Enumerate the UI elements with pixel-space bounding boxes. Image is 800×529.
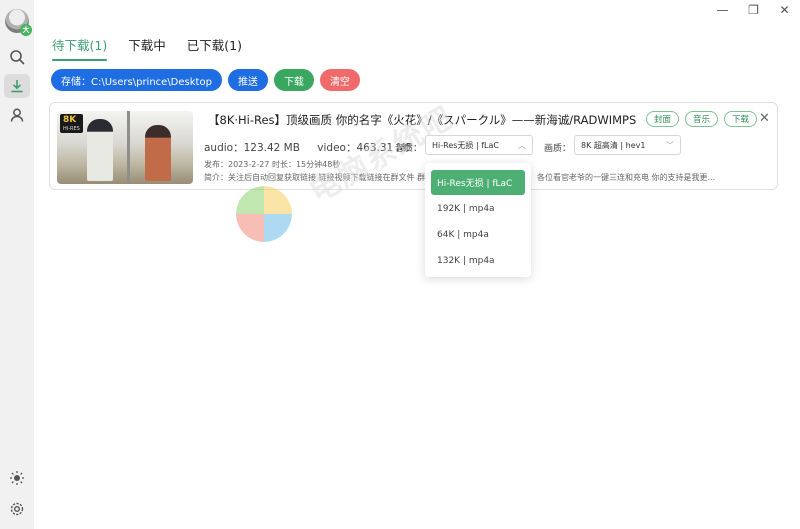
search-icon[interactable] xyxy=(4,45,30,69)
tab-downloaded[interactable]: 已下载(1) xyxy=(187,35,242,61)
watermark-logo xyxy=(236,186,292,242)
audio-option-64k[interactable]: 64K | mp4a xyxy=(431,222,525,247)
close-window-button[interactable]: ✕ xyxy=(769,0,800,20)
audio-quality-dropdown: Hi-Res无损 | fLaC 192K | mp4a 64K | mp4a 1… xyxy=(425,163,531,277)
intro-text-continued: 各位看官老爷的一键三连和充电 你的支持是我更... xyxy=(537,173,716,182)
audio-option-192k[interactable]: 192K | mp4a xyxy=(431,196,525,221)
avatar-badge: 大 xyxy=(20,24,32,36)
item-actions: 封面 音乐 下载 xyxy=(646,111,758,127)
tab-pending[interactable]: 待下载(1) xyxy=(52,35,108,61)
audio-size: audio：123.42 MB xyxy=(204,142,300,154)
cover-tag-button[interactable]: 封面 xyxy=(646,111,680,127)
audio-option-132k[interactable]: 132K | mp4a xyxy=(431,248,525,273)
toolbar: 存储：C:\Users\prince\Desktop 推送 下载 清空 xyxy=(51,69,360,91)
storage-path-button[interactable]: 存储：C:\Users\prince\Desktop xyxy=(51,69,222,91)
settings-gear-icon[interactable] xyxy=(4,497,30,521)
window-controls: — ❐ ✕ xyxy=(707,0,800,20)
download-tabs: 待下载(1) 下载中 已下载(1) xyxy=(52,35,242,61)
push-button[interactable]: 推送 xyxy=(227,69,268,91)
audio-option-hires[interactable]: Hi-Res无损 | fLaC xyxy=(431,170,525,195)
minimize-button[interactable]: — xyxy=(707,0,738,20)
sidebar: 大 xyxy=(0,0,34,529)
chevron-down-icon: ﹀ xyxy=(666,141,674,150)
app-window: 大 — ❐ ✕ 待下载(1) 下载中 已下载(1) 存储：C:\Users\pr… xyxy=(0,0,800,529)
tab-downloading[interactable]: 下载中 xyxy=(128,35,166,61)
download-icon[interactable] xyxy=(4,74,30,98)
video-quality-select[interactable]: 8K 超高清 | hev1 ﹀ xyxy=(574,135,681,155)
chevron-up-icon: ︿ xyxy=(518,141,526,150)
video-quality-value: 8K 超高清 | hev1 xyxy=(581,140,646,150)
user-icon[interactable] xyxy=(4,103,30,127)
download-button[interactable]: 下载 xyxy=(273,69,314,91)
restore-button[interactable]: ❐ xyxy=(738,0,769,20)
avatar[interactable]: 大 xyxy=(5,9,32,36)
video-quality-label: 画质： xyxy=(544,144,572,154)
remove-item-close-icon[interactable]: ✕ xyxy=(759,111,770,126)
clear-button[interactable]: 清空 xyxy=(319,69,360,91)
theme-sun-icon[interactable] xyxy=(4,466,30,490)
download-tag-button[interactable]: 下载 xyxy=(724,111,758,127)
music-tag-button[interactable]: 音乐 xyxy=(685,111,719,127)
video-thumbnail[interactable]: 8K HI-RES xyxy=(57,111,193,184)
thumb-badge: 8K HI-RES xyxy=(60,114,83,133)
